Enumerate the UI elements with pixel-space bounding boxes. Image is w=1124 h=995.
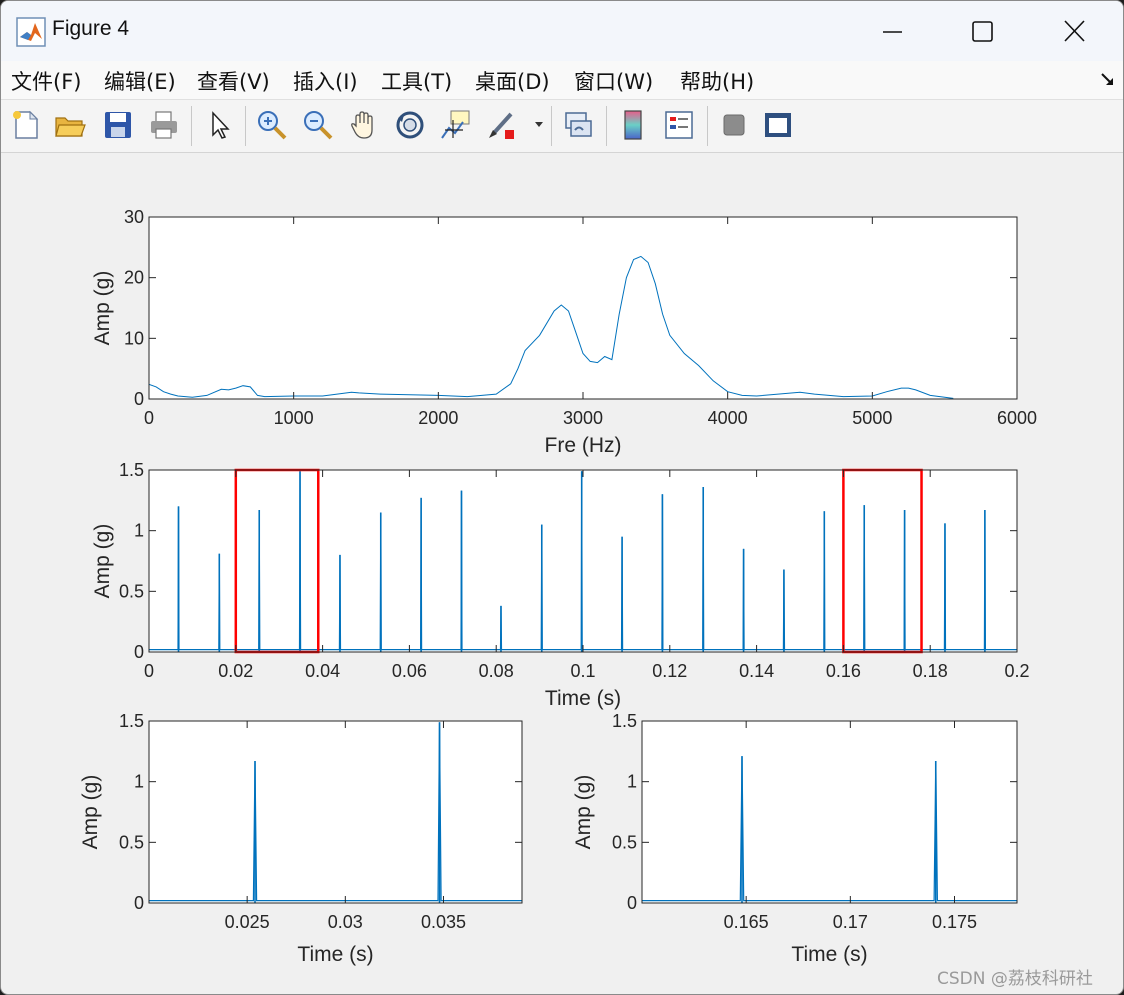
x-tick-label: 0.12 bbox=[652, 661, 687, 681]
y-axis-label: Amp (g) bbox=[91, 524, 114, 599]
time-signal-chart: 0 0.02 0.04 0.06 0.08 0.1 0.12 0.14 0.16 0.18 0.2 0… bbox=[91, 460, 1030, 710]
x-tick-label: 0.025 bbox=[225, 912, 270, 932]
zoom-left-chart: 0.025 0.03 0.035 0 0.5 1 1.5 Time (s) Amp (g) bbox=[79, 711, 523, 966]
y-tick-label: 1.5 bbox=[119, 711, 144, 731]
y-tick-label: 0.5 bbox=[119, 832, 144, 852]
x-axis-label: Time (s) bbox=[545, 687, 621, 710]
x-tick-label: 2000 bbox=[418, 408, 458, 428]
y-tick-label: 0.5 bbox=[612, 832, 637, 852]
y-tick-label: 0 bbox=[134, 642, 144, 662]
y-tick-label: 0 bbox=[134, 389, 144, 409]
plot-background bbox=[149, 217, 1017, 399]
x-tick-label: 3000 bbox=[563, 408, 603, 428]
y-tick-label: 0 bbox=[134, 893, 144, 913]
x-tick-label: 6000 bbox=[997, 408, 1037, 428]
x-tick-label: 0.06 bbox=[392, 661, 427, 681]
plot-background bbox=[149, 721, 522, 903]
y-tick-label: 0.5 bbox=[119, 581, 144, 601]
y-tick-label: 1 bbox=[134, 521, 144, 541]
spectrum-chart: 0 1000 2000 3000 4000 5000 6000 0 10 20 30 Fre (Hz)… bbox=[91, 207, 1037, 457]
y-tick-label: 1 bbox=[134, 772, 144, 792]
x-tick-label: 0.1 bbox=[570, 661, 595, 681]
x-tick-label: 0 bbox=[144, 661, 154, 681]
x-tick-label: 0.16 bbox=[826, 661, 861, 681]
x-tick-label: 4000 bbox=[708, 408, 748, 428]
y-tick-label: 1.5 bbox=[119, 460, 144, 480]
y-axis-label: Amp (g) bbox=[91, 271, 114, 346]
y-tick-label: 30 bbox=[124, 207, 144, 227]
x-tick-label: 0.035 bbox=[421, 912, 466, 932]
y-axis-label: Amp (g) bbox=[572, 775, 595, 850]
x-tick-label: 0.04 bbox=[305, 661, 340, 681]
x-tick-label: 0.08 bbox=[479, 661, 514, 681]
figure-window: Figure 4 文件(F) 编辑(E) 查看(V) 插入(I) 工具(T) 桌… bbox=[0, 0, 1124, 995]
x-tick-label: 5000 bbox=[852, 408, 892, 428]
y-tick-label: 1 bbox=[627, 772, 637, 792]
plot-background bbox=[642, 721, 1017, 903]
watermark-text: CSDN @荔枝科研社 bbox=[937, 969, 1093, 989]
x-tick-label: 0.02 bbox=[218, 661, 253, 681]
x-axis-label: Fre (Hz) bbox=[545, 434, 622, 457]
x-tick-label: 0.175 bbox=[932, 912, 977, 932]
y-tick-label: 0 bbox=[627, 893, 637, 913]
plot-background bbox=[149, 470, 1017, 652]
x-tick-label: 0.18 bbox=[913, 661, 948, 681]
x-tick-label: 0.17 bbox=[833, 912, 868, 932]
x-tick-label: 0.03 bbox=[328, 912, 363, 932]
x-axis-label: Time (s) bbox=[791, 943, 867, 966]
y-tick-label: 10 bbox=[124, 328, 144, 348]
x-tick-label: 1000 bbox=[274, 408, 314, 428]
x-tick-label: 0.2 bbox=[1004, 661, 1029, 681]
y-tick-label: 1.5 bbox=[612, 711, 637, 731]
y-tick-label: 20 bbox=[124, 268, 144, 288]
x-axis-label: Time (s) bbox=[297, 943, 373, 966]
x-tick-label: 0.165 bbox=[724, 912, 769, 932]
y-axis-label: Amp (g) bbox=[79, 775, 102, 850]
x-tick-label: 0 bbox=[144, 408, 154, 428]
zoom-right-chart: 0.165 0.17 0.175 0 0.5 1 1.5 Time (s) Amp (g) bbox=[572, 711, 1018, 966]
figure-canvas: 0 1000 2000 3000 4000 5000 60000102030Fre (Hz)… bbox=[79, 207, 1037, 966]
x-tick-label: 0.14 bbox=[739, 661, 774, 681]
